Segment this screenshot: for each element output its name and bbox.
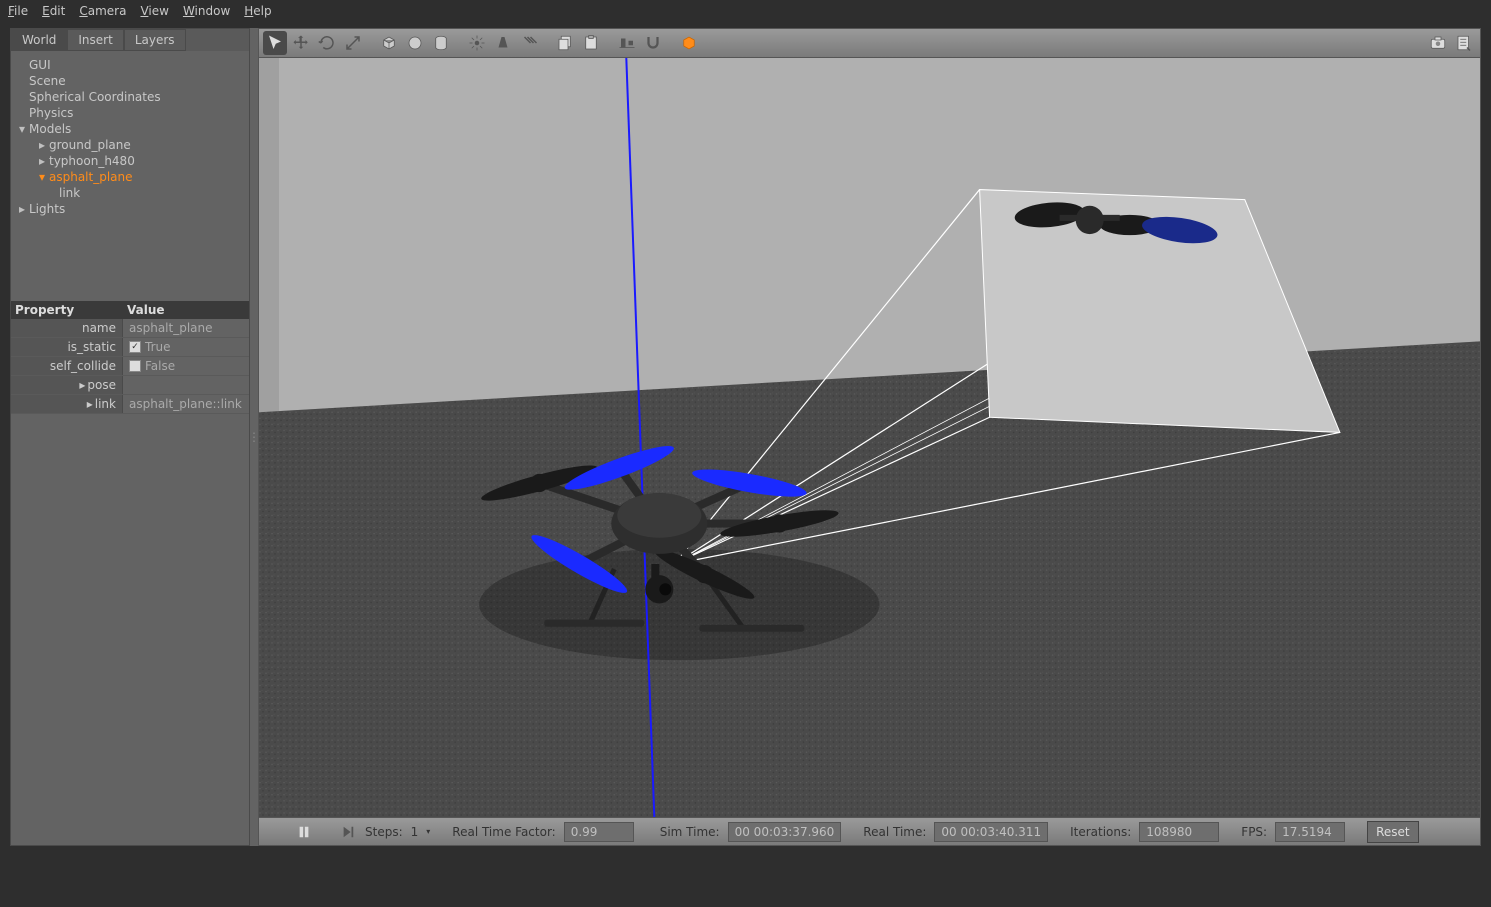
realtime-value: 00 00:03:40.311: [934, 822, 1048, 842]
prop-is-static[interactable]: is_static ✓True: [11, 338, 249, 357]
splitter[interactable]: [250, 28, 258, 846]
viewport-3d[interactable]: [258, 58, 1481, 818]
tool-rotate[interactable]: [315, 31, 339, 55]
tool-copy[interactable]: [553, 31, 577, 55]
realtime-label: Real Time:: [863, 825, 926, 839]
property-panel: Property Value name asphalt_plane is_sta…: [11, 301, 249, 414]
main-area: World Insert Layers GUI Scene Spherical …: [0, 22, 1491, 852]
prop-self-collide[interactable]: self_collide False: [11, 357, 249, 376]
panel-filler: [11, 414, 249, 845]
prop-self-collide-val[interactable]: False: [123, 357, 249, 375]
menu-file[interactable]: File: [8, 4, 28, 18]
menu-view[interactable]: View: [140, 4, 168, 18]
simtime-label: Sim Time:: [660, 825, 720, 839]
tree-link[interactable]: link: [15, 185, 245, 201]
fps-label: FPS:: [1241, 825, 1267, 839]
steps-dropdown-icon[interactable]: ▾: [426, 827, 430, 836]
pause-button[interactable]: [295, 823, 313, 841]
tree-physics[interactable]: Physics: [15, 105, 245, 121]
tool-view-angle[interactable]: [677, 31, 701, 55]
menubar: File Edit Camera View Window Help: [0, 0, 1491, 22]
tree-lights[interactable]: Lights: [15, 201, 245, 217]
tree-ground-plane[interactable]: ground_plane: [15, 137, 245, 153]
tool-box[interactable]: [377, 31, 401, 55]
header-property: Property: [11, 301, 123, 319]
iterations-value: 108980: [1139, 822, 1219, 842]
checkbox-self-collide[interactable]: [129, 360, 141, 372]
prop-is-static-val[interactable]: ✓True: [123, 338, 249, 356]
tool-paste[interactable]: [579, 31, 603, 55]
tree-gui[interactable]: GUI: [15, 57, 245, 73]
tool-cylinder[interactable]: [429, 31, 453, 55]
prop-pose-val: [123, 376, 249, 394]
menu-camera[interactable]: Camera: [79, 4, 126, 18]
prop-pose-key: pose: [11, 376, 123, 394]
prop-pose[interactable]: pose: [11, 376, 249, 395]
world-tree[interactable]: GUI Scene Spherical Coordinates Physics …: [11, 51, 249, 301]
tab-layers[interactable]: Layers: [124, 29, 186, 51]
tool-spotlight[interactable]: [491, 31, 515, 55]
prop-is-static-key: is_static: [11, 338, 123, 356]
rtf-label: Real Time Factor:: [452, 825, 555, 839]
checkbox-is-static[interactable]: ✓: [129, 341, 141, 353]
prop-name-key: name: [11, 319, 123, 337]
left-panel: World Insert Layers GUI Scene Spherical …: [10, 28, 250, 846]
tab-world[interactable]: World: [11, 29, 67, 51]
tree-scene[interactable]: Scene: [15, 73, 245, 89]
tool-snap[interactable]: [641, 31, 665, 55]
tool-scale[interactable]: [341, 31, 365, 55]
center-area: Steps: 1 ▾ Real Time Factor: 0.99 Sim Ti…: [258, 28, 1481, 846]
prop-link[interactable]: link asphalt_plane::link: [11, 395, 249, 414]
property-header: Property Value: [11, 301, 249, 319]
tool-log[interactable]: [1452, 31, 1476, 55]
tool-align[interactable]: [615, 31, 639, 55]
tool-translate[interactable]: [289, 31, 313, 55]
tree-models[interactable]: Models: [15, 121, 245, 137]
prop-link-key: link: [11, 395, 123, 413]
step-button[interactable]: [339, 823, 357, 841]
header-value: Value: [123, 301, 249, 319]
iterations-label: Iterations:: [1070, 825, 1131, 839]
statusbar: Steps: 1 ▾ Real Time Factor: 0.99 Sim Ti…: [258, 818, 1481, 846]
rtf-value: 0.99: [564, 822, 634, 842]
tree-typhoon[interactable]: typhoon_h480: [15, 153, 245, 169]
tool-select[interactable]: [263, 31, 287, 55]
tree-spherical[interactable]: Spherical Coordinates: [15, 89, 245, 105]
reset-button[interactable]: Reset: [1367, 821, 1419, 843]
tab-insert[interactable]: Insert: [67, 29, 123, 51]
tree-asphalt-plane[interactable]: asphalt_plane: [15, 169, 245, 185]
prop-name-val: asphalt_plane: [123, 319, 249, 337]
menu-window[interactable]: Window: [183, 4, 230, 18]
steps-value: 1: [411, 825, 419, 839]
toolbar: [258, 28, 1481, 58]
panel-tabs: World Insert Layers: [11, 29, 249, 51]
tool-pointlight[interactable]: [465, 31, 489, 55]
prop-self-collide-key: self_collide: [11, 357, 123, 375]
menu-help[interactable]: Help: [244, 4, 271, 18]
menu-edit[interactable]: Edit: [42, 4, 65, 18]
tool-directional[interactable]: [517, 31, 541, 55]
fps-value: 17.5194: [1275, 822, 1345, 842]
prop-link-val: asphalt_plane::link: [123, 395, 249, 413]
simtime-value: 00 00:03:37.960: [728, 822, 842, 842]
steps-label: Steps:: [365, 825, 403, 839]
scene-render: [259, 58, 1480, 817]
tool-sphere[interactable]: [403, 31, 427, 55]
prop-name[interactable]: name asphalt_plane: [11, 319, 249, 338]
tool-screenshot[interactable]: [1426, 31, 1450, 55]
